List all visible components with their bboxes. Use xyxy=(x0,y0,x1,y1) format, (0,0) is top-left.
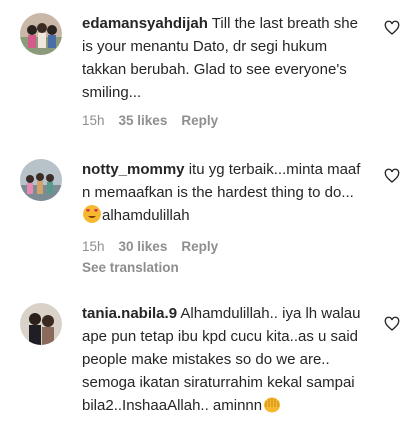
like-heart-icon[interactable] xyxy=(384,168,400,184)
likes-count[interactable]: 35 likes xyxy=(119,113,168,128)
comment-body-end: alhamdulillah xyxy=(102,207,190,224)
avatar[interactable] xyxy=(20,13,62,55)
comment-text: edamansyahdijah Till the last breath she… xyxy=(82,12,372,104)
username[interactable]: edamansyahdijah xyxy=(82,15,208,32)
avatar[interactable] xyxy=(20,303,62,345)
username[interactable]: notty_mommy xyxy=(82,161,185,178)
see-translation-link[interactable]: See translation xyxy=(82,260,179,275)
like-heart-icon[interactable] xyxy=(384,316,400,332)
timestamp: 15h xyxy=(82,113,105,128)
heart-eyes-emoji-icon xyxy=(83,205,101,223)
likes-count[interactable]: 30 likes xyxy=(119,239,168,254)
comment-meta: 15h 35 likes Reply xyxy=(82,113,232,128)
reply-button[interactable]: Reply xyxy=(181,113,218,128)
comment-meta: 15h 30 likes Reply xyxy=(82,239,232,254)
avatar[interactable] xyxy=(20,159,62,201)
clapping-hands-emoji-icon xyxy=(264,397,281,413)
timestamp: 15h xyxy=(82,239,105,254)
reply-button[interactable]: Reply xyxy=(181,239,218,254)
comment-text: notty_mommy itu yg terbaik...minta maaf … xyxy=(82,158,372,227)
username[interactable]: tania.nabila.9 xyxy=(82,305,177,322)
comment-text: tania.nabila.9 Alhamdulillah.. iya lh wa… xyxy=(82,302,372,417)
like-heart-icon[interactable] xyxy=(384,20,400,36)
